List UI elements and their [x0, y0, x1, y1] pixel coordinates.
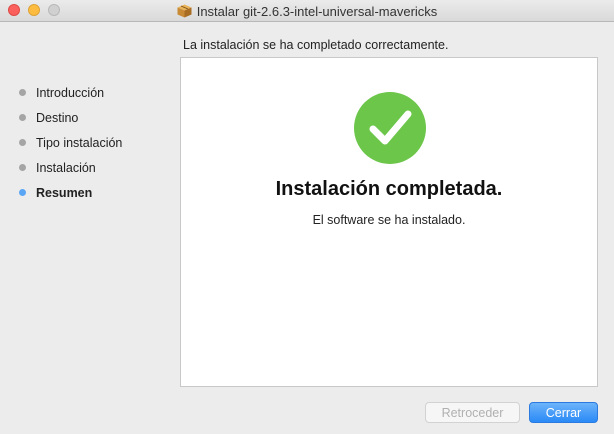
window-title-wrap: Instalar git-2.6.3-intel-universal-maver…: [0, 0, 614, 22]
package-icon: [177, 4, 192, 18]
window-title: Instalar git-2.6.3-intel-universal-maver…: [196, 3, 438, 19]
step-label: Instalación: [36, 160, 96, 175]
back-button[interactable]: Retroceder: [425, 402, 520, 423]
title-bar[interactable]: Instalar git-2.6.3-intel-universal-maver…: [0, 0, 614, 22]
step-dot: [19, 164, 26, 171]
page-subtitle: La instalación se ha completado correcta…: [183, 38, 449, 52]
content-panel: Instalación completada. El software se h…: [180, 57, 598, 387]
steps-sidebar: Introducción Destino Tipo instalación In…: [16, 80, 176, 205]
step-label: Introducción: [36, 85, 105, 100]
checkmark-icon: [354, 92, 426, 164]
sidebar-step-introduccion: Introducción: [16, 80, 176, 105]
step-label: Resumen: [36, 185, 93, 200]
sidebar-step-tipo-instalacion: Tipo instalación: [16, 130, 176, 155]
sidebar-step-destino: Destino: [16, 105, 176, 130]
sidebar-step-instalacion: Instalación: [16, 155, 176, 180]
close-button[interactable]: Cerrar: [529, 402, 598, 423]
step-label: Destino: [36, 110, 79, 125]
step-dot: [19, 89, 26, 96]
step-dot-active: [19, 189, 26, 196]
step-dot: [19, 114, 26, 121]
step-label: Tipo instalación: [36, 135, 123, 150]
sidebar-step-resumen: Resumen: [16, 180, 176, 205]
completion-message: El software se ha instalado.: [312, 213, 466, 227]
installer-window: Instalar git-2.6.3-intel-universal-maver…: [0, 0, 614, 434]
completion-headline: Instalación completada.: [275, 178, 503, 200]
step-dot: [19, 139, 26, 146]
